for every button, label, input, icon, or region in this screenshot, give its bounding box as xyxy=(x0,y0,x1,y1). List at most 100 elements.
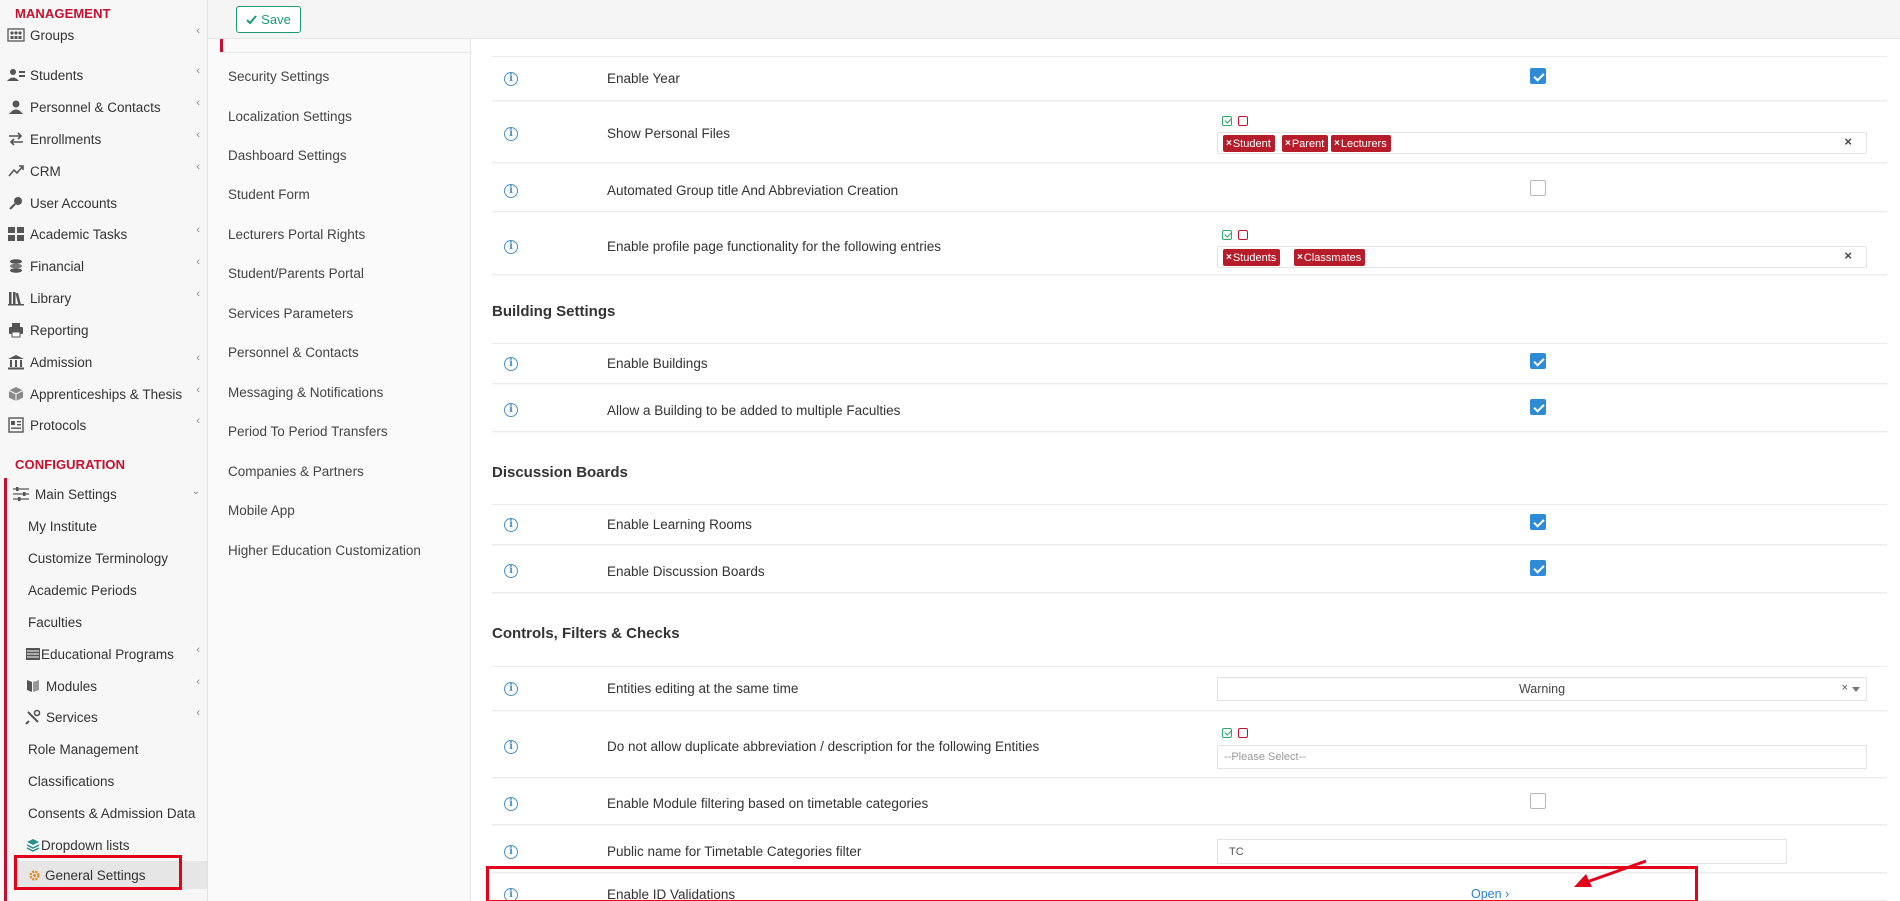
sidebar-item-protocols[interactable]: Protocols ‹ xyxy=(0,410,207,440)
enable-year-checkbox[interactable] xyxy=(1530,68,1546,84)
menu-item-dashboard-settings[interactable]: Dashboard Settings xyxy=(228,148,347,163)
remove-tag-icon[interactable]: × xyxy=(1334,138,1340,149)
chevron-left-icon: ‹ xyxy=(196,256,200,268)
sidebar-item-services[interactable]: Services ‹ xyxy=(0,702,207,732)
sidebar-item-personnel-contacts[interactable]: Personnel & Contacts ‹ xyxy=(0,92,207,122)
info-icon[interactable]: i xyxy=(504,518,518,532)
section-heading-controls: Controls, Filters & Checks xyxy=(492,625,680,642)
sidebar-item-crm[interactable]: CRM ‹ xyxy=(0,156,207,186)
menu-item-mobile-app[interactable]: Mobile App xyxy=(228,503,295,518)
info-icon[interactable]: i xyxy=(504,403,518,417)
sidebar-item-financial[interactable]: Financial ‹ xyxy=(0,251,207,281)
sidebar-item-label: Admission xyxy=(30,354,93,370)
sidebar-item-apprenticeships-thesis[interactable]: Apprenticeships & Thesis ‹ xyxy=(0,379,207,409)
info-icon[interactable]: i xyxy=(504,357,518,371)
save-button[interactable]: Save xyxy=(236,6,301,33)
info-icon[interactable]: i xyxy=(504,564,518,578)
sidebar-item-academic-periods[interactable]: Academic Periods xyxy=(0,575,207,605)
tag-students: × Students xyxy=(1223,249,1281,266)
sidebar-item-educational-programs[interactable]: Educational Programs ‹ xyxy=(0,639,207,669)
setting-label: Enable Year xyxy=(607,71,680,86)
deselect-all-icon[interactable] xyxy=(1238,728,1248,738)
select-all-icon[interactable] xyxy=(1222,230,1232,240)
deselect-all-icon[interactable] xyxy=(1238,230,1248,240)
deselect-all-icon[interactable] xyxy=(1238,116,1248,126)
info-icon[interactable]: i xyxy=(504,888,518,901)
sidebar-item-modules[interactable]: Modules ‹ xyxy=(0,671,207,701)
remove-tag-icon[interactable]: × xyxy=(1285,138,1291,149)
institution-icon xyxy=(7,353,25,371)
menu-item-messaging-notifications[interactable]: Messaging & Notifications xyxy=(228,385,383,400)
clear-selection-icon[interactable]: × xyxy=(1844,248,1852,263)
chevron-left-icon: ‹ xyxy=(196,707,200,719)
select-all-icon[interactable] xyxy=(1222,116,1232,126)
personal-files-multiselect[interactable]: × Student × Parent × Lecturers × xyxy=(1217,132,1867,154)
menu-item-services-parameters[interactable]: Services Parameters xyxy=(228,306,353,321)
menu-item-lecturers-portal-rights[interactable]: Lecturers Portal Rights xyxy=(228,227,365,242)
sidebar-item-academic-tasks[interactable]: Academic Tasks ‹ xyxy=(0,219,207,249)
menu-item-security-settings[interactable]: Security Settings xyxy=(228,69,329,84)
chevron-left-icon: ‹ xyxy=(196,676,200,688)
setting-label: Enable Learning Rooms xyxy=(607,517,752,532)
sidebar-item-consents-admission-data[interactable]: Consents & Admission Data xyxy=(0,798,207,828)
sidebar-item-dropdown-lists[interactable]: Dropdown lists xyxy=(0,830,207,860)
grid-icon xyxy=(7,225,25,243)
menu-divider xyxy=(220,52,471,53)
menu-item-student-parents-portal[interactable]: Student/Parents Portal xyxy=(228,266,364,281)
sidebar-item-my-institute[interactable]: My Institute xyxy=(0,511,207,541)
duplicate-entities-multiselect[interactable]: --Please Select-- xyxy=(1217,745,1867,769)
info-icon[interactable]: i xyxy=(504,797,518,811)
sidebar-item-students[interactable]: Students ‹ xyxy=(0,60,207,90)
automated-group-title-checkbox[interactable] xyxy=(1530,180,1546,196)
remove-tag-icon[interactable]: × xyxy=(1226,138,1232,149)
enrollments-icon xyxy=(7,130,25,148)
sidebar-item-classifications[interactable]: Classifications xyxy=(0,766,207,796)
menu-item-personnel-contacts[interactable]: Personnel & Contacts xyxy=(228,345,359,360)
sidebar-item-reporting[interactable]: Reporting xyxy=(0,315,207,345)
sidebar-item-admission[interactable]: Admission ‹ xyxy=(0,347,207,377)
enable-discussion-boards-checkbox[interactable] xyxy=(1530,560,1546,576)
info-icon[interactable]: i xyxy=(504,72,518,86)
enable-learning-rooms-checkbox[interactable] xyxy=(1530,514,1546,530)
clear-selection-icon[interactable]: × xyxy=(1844,134,1852,149)
menu-item-period-transfers[interactable]: Period To Period Transfers xyxy=(228,424,388,439)
sidebar-item-faculties[interactable]: Faculties xyxy=(0,607,207,637)
sidebar-item-label: Reporting xyxy=(30,322,89,338)
sidebar-item-role-management[interactable]: Role Management xyxy=(0,734,207,764)
select-all-icon[interactable] xyxy=(1222,728,1232,738)
sliders-icon xyxy=(12,485,30,503)
menu-item-student-form[interactable]: Student Form xyxy=(228,187,310,202)
section-heading-discussion: Discussion Boards xyxy=(492,464,628,481)
remove-tag-icon[interactable]: × xyxy=(1226,252,1232,263)
sidebar-item-customize-terminology[interactable]: Customize Terminology xyxy=(0,543,207,573)
setting-label: Enable profile page functionality for th… xyxy=(607,239,941,254)
module-filtering-checkbox[interactable] xyxy=(1530,793,1546,809)
sidebar-item-label: Role Management xyxy=(28,741,139,757)
info-icon[interactable]: i xyxy=(504,184,518,198)
sidebar-item-groups[interactable]: Groups ‹ xyxy=(0,20,207,50)
remove-tag-icon[interactable]: × xyxy=(1297,252,1303,263)
sidebar-item-general-settings[interactable]: General Settings xyxy=(0,860,207,890)
chevron-left-icon: ‹ xyxy=(196,644,200,656)
tag-student: × Student xyxy=(1223,135,1275,152)
enable-buildings-checkbox[interactable] xyxy=(1530,353,1546,369)
info-icon[interactable]: i xyxy=(504,240,518,254)
clear-icon[interactable]: × xyxy=(1842,682,1848,694)
sidebar-item-user-accounts[interactable]: User Accounts xyxy=(0,188,207,218)
profile-page-multiselect[interactable]: × Students × Classmates × xyxy=(1217,246,1867,268)
info-icon[interactable]: i xyxy=(504,845,518,859)
dropdown-arrow-icon[interactable] xyxy=(1852,687,1860,692)
info-icon[interactable]: i xyxy=(504,127,518,141)
sidebar-item-main-settings[interactable]: Main Settings ⌄ xyxy=(0,479,207,509)
menu-item-higher-education-customization[interactable]: Higher Education Customization xyxy=(228,543,421,558)
entities-editing-select[interactable]: Warning × xyxy=(1217,677,1867,701)
sidebar-item-enrollments[interactable]: Enrollments ‹ xyxy=(0,124,207,154)
open-id-validations-link[interactable]: Open › xyxy=(1471,887,1509,901)
info-icon[interactable]: i xyxy=(504,740,518,754)
sidebar-item-library[interactable]: Library ‹ xyxy=(0,283,207,313)
info-icon[interactable]: i xyxy=(504,682,518,696)
menu-item-localization-settings[interactable]: Localization Settings xyxy=(228,109,352,124)
public-name-input[interactable]: TC xyxy=(1217,839,1787,864)
building-multiple-faculties-checkbox[interactable] xyxy=(1530,399,1546,415)
menu-item-companies-partners[interactable]: Companies & Partners xyxy=(228,464,364,479)
